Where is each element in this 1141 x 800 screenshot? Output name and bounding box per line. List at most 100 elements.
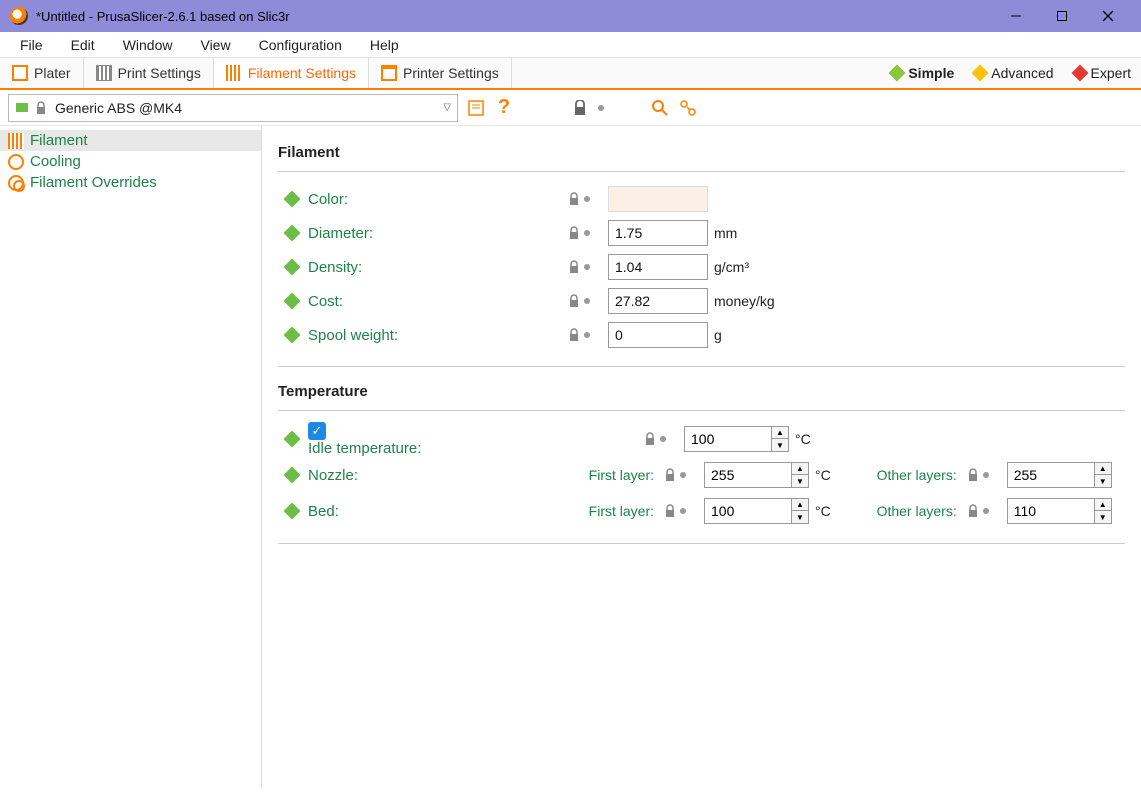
bed-first-spinner[interactable]: ▲▼ <box>704 498 809 524</box>
preset-name: Generic ABS @MK4 <box>55 100 437 116</box>
menu-file[interactable]: File <box>6 34 57 56</box>
close-button[interactable] <box>1085 0 1131 32</box>
tab-filament-settings[interactable]: Filament Settings <box>214 58 369 88</box>
preset-toolbar: Generic ABS @MK4 ▽ ? <box>0 90 1141 126</box>
spin-down-icon[interactable]: ▼ <box>1095 475 1111 487</box>
lock-icon[interactable] <box>664 468 676 482</box>
mode-expert[interactable]: Expert <box>1064 58 1141 88</box>
bullet-icon <box>284 431 301 448</box>
spin-up-icon[interactable]: ▲ <box>792 463 808 475</box>
lock-icon[interactable] <box>568 226 580 240</box>
filament-icon <box>8 133 24 149</box>
spin-down-icon[interactable]: ▼ <box>772 439 788 451</box>
mode-advanced[interactable]: Advanced <box>964 58 1063 88</box>
diameter-input[interactable] <box>608 220 708 246</box>
reset-dot-icon[interactable] <box>680 472 686 478</box>
expert-icon <box>1071 65 1088 82</box>
bullet-icon <box>284 191 301 208</box>
reset-dot-icon[interactable] <box>584 264 590 270</box>
spin-down-icon[interactable]: ▼ <box>792 511 808 523</box>
sidebar-item-overrides[interactable]: Filament Overrides <box>0 172 261 193</box>
reset-dot-icon[interactable] <box>584 298 590 304</box>
label-spool: Spool weight: <box>308 327 568 344</box>
plater-icon <box>12 65 28 81</box>
reset-dot-icon[interactable] <box>983 472 989 478</box>
compare-icon[interactable] <box>678 98 698 118</box>
sidebar-item-label: Filament <box>30 132 88 149</box>
lock-icon[interactable] <box>967 504 979 518</box>
printer-settings-icon <box>381 65 397 81</box>
row-idle-temp: ✓ Idle temperature: ▲▼ °C <box>282 421 1121 457</box>
row-bed: Bed: First layer: ▲▼ °C Other layers: ▲▼ <box>282 493 1121 529</box>
spin-up-icon[interactable]: ▲ <box>772 427 788 439</box>
lock-icon[interactable] <box>644 432 656 446</box>
idle-temp-checkbox[interactable]: ✓ <box>308 422 326 440</box>
nozzle-other-spinner[interactable]: ▲▼ <box>1007 462 1112 488</box>
save-preset-icon[interactable] <box>466 98 486 118</box>
spool-input[interactable] <box>608 322 708 348</box>
maximize-button[interactable] <box>1039 0 1085 32</box>
label-nozzle: Nozzle: <box>308 467 564 484</box>
idle-temp-spinner[interactable]: ▲▼ <box>684 426 789 452</box>
row-cost: Cost: money/kg <box>282 284 1121 318</box>
reset-dot-icon[interactable] <box>584 332 590 338</box>
menu-view[interactable]: View <box>186 34 244 56</box>
reset-dot-icon[interactable] <box>584 230 590 236</box>
reset-dot-icon[interactable] <box>983 508 989 514</box>
bullet-icon <box>284 467 301 484</box>
tab-printer-settings[interactable]: Printer Settings <box>369 58 512 88</box>
menu-help[interactable]: Help <box>356 34 413 56</box>
mode-simple[interactable]: Simple <box>881 58 964 88</box>
lock-icon[interactable] <box>967 468 979 482</box>
content: Filament Cooling Filament Overrides Fila… <box>0 126 1141 788</box>
bed-first-input[interactable] <box>704 498 792 524</box>
lock-icon[interactable] <box>568 294 580 308</box>
tab-plater[interactable]: Plater <box>0 58 84 88</box>
menu-edit[interactable]: Edit <box>57 34 109 56</box>
color-swatch[interactable] <box>608 186 708 212</box>
density-input[interactable] <box>608 254 708 280</box>
window-title: *Untitled - PrusaSlicer-2.6.1 based on S… <box>36 9 290 24</box>
spin-up-icon[interactable]: ▲ <box>1095 499 1111 511</box>
titlebar: *Untitled - PrusaSlicer-2.6.1 based on S… <box>0 0 1141 32</box>
lock-icon[interactable] <box>568 192 580 206</box>
nozzle-first-input[interactable] <box>704 462 792 488</box>
idle-temp-input[interactable] <box>684 426 772 452</box>
nozzle-first-spinner[interactable]: ▲▼ <box>704 462 809 488</box>
cost-input[interactable] <box>608 288 708 314</box>
main-tabs: Plater Print Settings Filament Settings … <box>0 58 1141 90</box>
sidebar-item-filament[interactable]: Filament <box>0 130 261 151</box>
spin-down-icon[interactable]: ▼ <box>792 475 808 487</box>
help-icon[interactable]: ? <box>494 98 514 118</box>
spin-up-icon[interactable]: ▲ <box>1095 463 1111 475</box>
preset-dropdown[interactable]: Generic ABS @MK4 ▽ <box>8 94 458 122</box>
search-icon[interactable] <box>650 98 670 118</box>
tab-print-settings[interactable]: Print Settings <box>84 58 214 88</box>
section-temperature-title: Temperature <box>278 383 1125 400</box>
reset-dot-icon[interactable] <box>660 436 666 442</box>
lock-icon[interactable] <box>664 504 676 518</box>
preset-lock-icon <box>35 101 49 115</box>
lock-icon[interactable] <box>568 260 580 274</box>
lock-preset-icon[interactable] <box>570 98 590 118</box>
menu-window[interactable]: Window <box>109 34 187 56</box>
unit-mm: mm <box>714 225 737 241</box>
overrides-icon <box>8 175 24 191</box>
sidebar-item-cooling[interactable]: Cooling <box>0 151 261 172</box>
bed-other-input[interactable] <box>1007 498 1095 524</box>
spin-up-icon[interactable]: ▲ <box>792 499 808 511</box>
lock-icon[interactable] <box>568 328 580 342</box>
reset-dot-icon[interactable] <box>584 196 590 202</box>
advanced-icon <box>972 65 989 82</box>
dot-icon <box>598 105 604 111</box>
spin-down-icon[interactable]: ▼ <box>1095 511 1111 523</box>
label-density: Density: <box>308 259 568 276</box>
minimize-button[interactable] <box>993 0 1039 32</box>
reset-dot-icon[interactable] <box>680 508 686 514</box>
cooling-icon <box>8 154 24 170</box>
bed-other-spinner[interactable]: ▲▼ <box>1007 498 1112 524</box>
menu-configuration[interactable]: Configuration <box>245 34 356 56</box>
sidebar: Filament Cooling Filament Overrides <box>0 126 262 788</box>
unit-c: °C <box>815 467 831 483</box>
nozzle-other-input[interactable] <box>1007 462 1095 488</box>
